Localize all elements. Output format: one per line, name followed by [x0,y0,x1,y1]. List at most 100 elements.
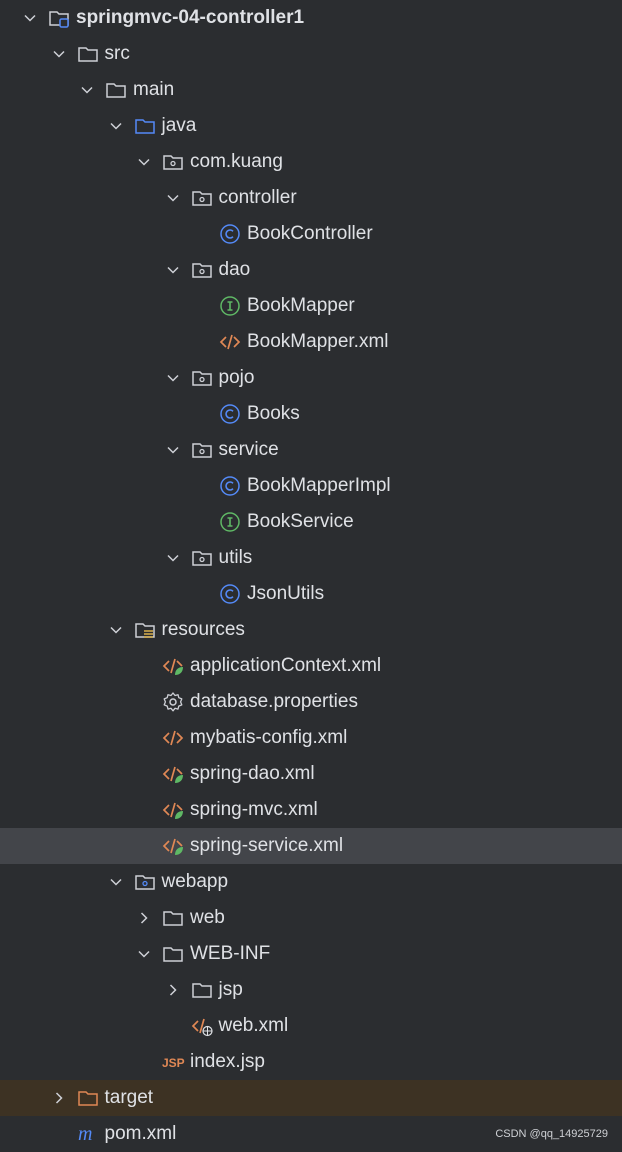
tree-item-com-kuang[interactable]: com.kuang [0,144,622,180]
jsp-icon: JSP [162,1051,185,1073]
web-xml-icon [191,1015,213,1037]
tree-item-index-jsp[interactable]: JSP index.jsp [0,1044,622,1080]
tree-item-label: pom.xml [104,1123,177,1144]
tree-item-utils[interactable]: utils [0,540,622,576]
tree-item-bookmapperimpl[interactable]: BookMapperImpl [0,468,622,504]
tree-item-label: com.kuang [190,151,283,172]
tree-item-label: BookMapper [247,295,355,316]
folder-icon [77,43,99,65]
tree-item-spring-mvc-xml[interactable]: spring-mvc.xml [0,792,622,828]
tree-item-label: BookService [247,511,354,532]
tree-item-label: web [190,907,225,928]
folder-icon [162,907,184,929]
source-folder-icon [134,115,156,137]
watermark: CSDN @qq_14925729 [495,1128,608,1140]
maven-icon: m [77,1123,99,1145]
chevron-down-icon[interactable] [77,80,97,100]
tree-item-label: spring-service.xml [190,835,344,856]
tree-item-web[interactable]: web [0,900,622,936]
tree-item-label: BookController [247,223,373,244]
tree-item-label: spring-mvc.xml [190,799,318,820]
tree-item-label: pojo [218,367,255,388]
tree-item-label: utils [218,547,253,568]
tree-item-label: database.properties [190,691,358,712]
tree-item-src[interactable]: src [0,36,622,72]
chevron-down-icon[interactable] [106,872,126,892]
interface-icon [219,295,241,317]
tree-item-web-xml[interactable]: web.xml [0,1008,622,1044]
chevron-down-icon[interactable] [163,548,183,568]
chevron-down-icon[interactable] [106,116,126,136]
chevron-down-icon[interactable] [134,152,154,172]
resources-folder-icon [134,619,156,641]
gear-icon [162,691,184,713]
chevron-down-icon[interactable] [134,944,154,964]
package-icon [191,439,213,461]
package-icon [191,259,213,281]
package-icon [191,187,213,209]
tree-item-springmvc-04-controller1[interactable]: springmvc-04-controller1 [0,0,622,36]
tree-item-spring-service-xml[interactable]: spring-service.xml [0,828,622,864]
tree-item-label: webapp [161,871,229,892]
chevron-down-icon[interactable] [163,440,183,460]
tree-item-bookcontroller[interactable]: BookController [0,216,622,252]
tree-item-service[interactable]: service [0,432,622,468]
chevron-down-icon[interactable] [163,260,183,280]
tree-item-books[interactable]: Books [0,396,622,432]
package-icon [162,151,184,173]
class-icon [219,583,241,605]
tree-item-label: target [104,1087,154,1108]
class-icon [219,475,241,497]
tree-item-target[interactable]: target [0,1080,622,1116]
tree-item-label: spring-dao.xml [190,763,315,784]
module-folder-icon [48,7,70,29]
tree-item-web-inf[interactable]: WEB-INF [0,936,622,972]
tree-item-database-properties[interactable]: database.properties [0,684,622,720]
tree-item-label: controller [218,187,297,208]
tree-item-label: JsonUtils [247,583,325,604]
tree-item-applicationcontext-xml[interactable]: applicationContext.xml [0,648,622,684]
interface-icon [219,511,241,533]
tree-item-label: WEB-INF [190,943,271,964]
tree-item-label: java [161,115,197,136]
tree-item-label: index.jsp [190,1051,265,1072]
tree-item-webapp[interactable]: webapp [0,864,622,900]
tree-item-bookmapper-xml[interactable]: BookMapper.xml [0,324,622,360]
tree-item-resources[interactable]: resources [0,612,622,648]
chevron-right-icon[interactable] [163,980,183,1000]
tree-item-dao[interactable]: dao [0,252,622,288]
package-icon [191,367,213,389]
chevron-down-icon[interactable] [49,44,69,64]
svg-text:JSP: JSP [162,1056,185,1070]
web-folder-icon [134,871,156,893]
tree-item-mybatis-config-xml[interactable]: mybatis-config.xml [0,720,622,756]
tree-item-label: BookMapper.xml [247,331,389,352]
tree-item-jsp[interactable]: jsp [0,972,622,1008]
tree-item-pojo[interactable]: pojo [0,360,622,396]
tree-item-label: dao [218,259,251,280]
chevron-down-icon[interactable] [106,620,126,640]
chevron-down-icon[interactable] [20,8,40,28]
chevron-down-icon[interactable] [163,368,183,388]
tree-item-label: web.xml [218,1015,289,1036]
chevron-down-icon[interactable] [163,188,183,208]
chevron-right-icon[interactable] [134,908,154,928]
tree-item-bookmapper[interactable]: BookMapper [0,288,622,324]
svg-text:m: m [78,1123,92,1145]
tree-item-label: mybatis-config.xml [190,727,348,748]
excluded-folder-icon [77,1087,99,1109]
tree-item-spring-dao-xml[interactable]: spring-dao.xml [0,756,622,792]
tree-item-controller[interactable]: controller [0,180,622,216]
folder-icon [162,943,184,965]
tree-item-jsonutils[interactable]: JsonUtils [0,576,622,612]
chevron-right-icon[interactable] [49,1088,69,1108]
tree-item-label: jsp [218,979,243,1000]
tree-item-bookservice[interactable]: BookService [0,504,622,540]
class-icon [219,223,241,245]
tree-item-main[interactable]: main [0,72,622,108]
tree-item-label: service [218,439,279,460]
tree-item-java[interactable]: java [0,108,622,144]
tree-item-label: BookMapperImpl [247,475,391,496]
spring-xml-icon [162,799,184,821]
xml-icon [162,727,184,749]
